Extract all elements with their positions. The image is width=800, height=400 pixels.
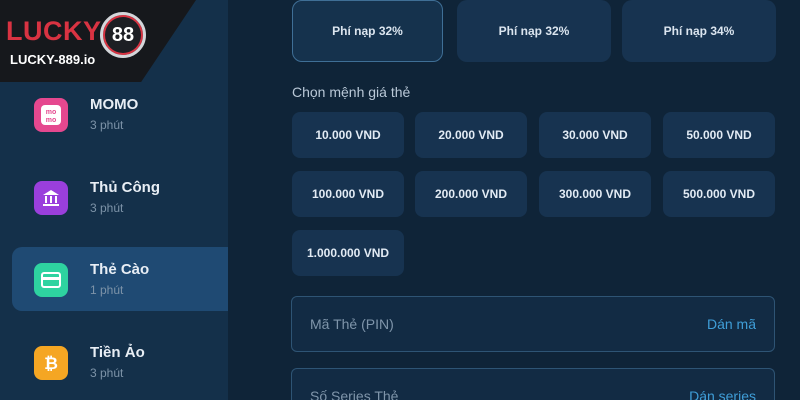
amount-option[interactable]: 300.000 VND [539, 171, 651, 217]
bitcoin-icon: ₿ [34, 346, 68, 380]
brand-domain: LUCKY-889.io [10, 52, 96, 67]
brand-badge: 88 [100, 12, 146, 58]
svg-text:mo: mo [46, 117, 57, 124]
amount-option[interactable]: 1.000.000 VND [292, 230, 404, 276]
paste-pin-button[interactable]: Dán mã [707, 316, 756, 332]
sidebar-item-the-cao[interactable]: Thẻ Cào 1 phút [12, 247, 228, 311]
paste-serial-button[interactable]: Dán series [689, 388, 756, 400]
sidebar-item-momo[interactable]: mo mo MOMO 3 phút [12, 82, 228, 146]
fee-option-2[interactable]: Phí nạp 32% [457, 0, 611, 62]
momo-icon: mo mo [34, 98, 68, 132]
payment-method-sidebar: LUCKY 88 LUCKY-889.io mo mo MOMO 3 phút … [0, 0, 228, 400]
amount-option[interactable]: 30.000 VND [539, 112, 651, 158]
amount-section-label: Chọn mệnh giá thẻ [292, 84, 411, 100]
sidebar-item-time: 1 phút [90, 283, 124, 297]
sidebar-item-label: Thủ Công [90, 179, 160, 196]
bank-icon [34, 181, 68, 215]
sidebar-item-label: Thẻ Cào [90, 261, 150, 278]
sidebar-item-label: Tiền Ảo [90, 344, 145, 361]
brand-logo: LUCKY 88 LUCKY-889.io [0, 0, 196, 82]
amount-option[interactable]: 100.000 VND [292, 171, 404, 217]
amount-option[interactable]: 20.000 VND [415, 112, 527, 158]
serial-input-placeholder: Số Series Thẻ [310, 388, 399, 400]
fee-option-3[interactable]: Phí nạp 34% [622, 0, 776, 62]
amount-option[interactable]: 10.000 VND [292, 112, 404, 158]
svg-text:mo: mo [46, 109, 57, 116]
amount-option[interactable]: 500.000 VND [663, 171, 775, 217]
pin-input-placeholder: Mã Thẻ (PIN) [310, 316, 394, 332]
sidebar-item-time: 3 phút [90, 201, 124, 215]
sidebar-item-tien-ao[interactable]: ₿ Tiền Ảo 3 phút [12, 330, 228, 394]
svg-text:₿: ₿ [44, 354, 58, 373]
amount-option[interactable]: 200.000 VND [415, 171, 527, 217]
card-icon [34, 263, 68, 297]
sidebar-item-label: MOMO [90, 96, 139, 113]
sidebar-item-time: 3 phút [90, 118, 124, 132]
sidebar-item-thu-cong[interactable]: Thủ Công 3 phút [12, 165, 228, 229]
sidebar-item-time: 3 phút [90, 366, 124, 380]
brand-name: LUCKY [6, 16, 102, 46]
amount-option[interactable]: 50.000 VND [663, 112, 775, 158]
serial-input[interactable]: Số Series Thẻ Dán series [291, 368, 775, 400]
fee-option-1[interactable]: Phí nạp 32% [292, 0, 443, 62]
pin-input[interactable]: Mã Thẻ (PIN) Dán mã [291, 296, 775, 352]
